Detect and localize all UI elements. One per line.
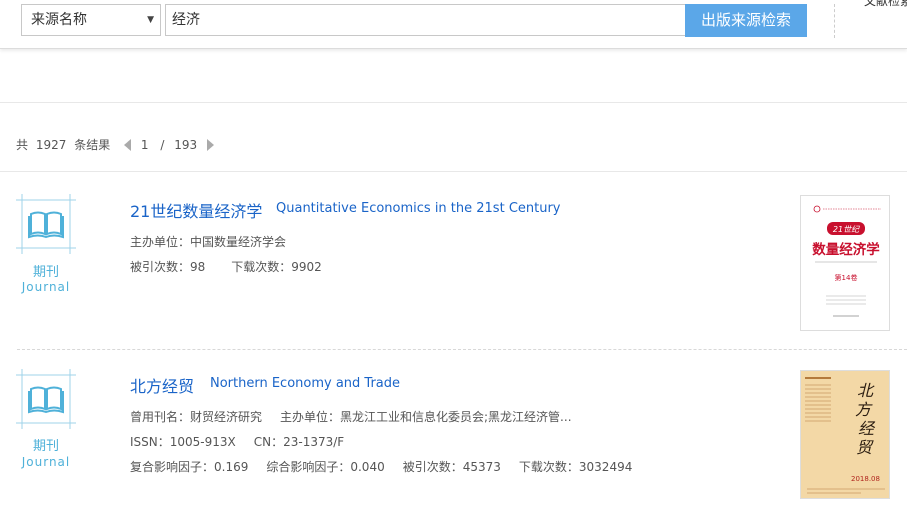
search-input[interactable]: 经济 [165,4,685,36]
total-prefix: 共 [16,137,29,152]
cited-count: 被引次数：98 [130,260,206,274]
cn-number: CN：23-1373/F [253,435,345,449]
document-search-link[interactable]: 文献检索 [864,0,907,9]
journal-title-en[interactable]: Northern Economy and Trade [210,376,400,391]
next-page-icon[interactable] [206,138,214,151]
total-pages: 193 [174,137,198,152]
result-item: 期刊 Journal 北方经贸 Northern Economy and Tra… [0,349,907,509]
type-label-cn: 期刊 [32,439,59,454]
host-unit: 主办单位：中国数量经济学会 [130,235,287,249]
issn-line: ISSN：1005-913X CN：23-1373/F [130,433,344,450]
cited-count: 被引次数：45373 [402,460,501,474]
journal-cover-image[interactable]: 21世纪 数量经济学 第14卷 [800,195,890,331]
source-field-select-value: 来源名称 [31,12,87,28]
journal-icon [16,369,76,429]
chevron-down-icon: ▼ [147,15,154,25]
search-bar: 来源名称 ▼ 经济 出版来源检索 文献检索 [0,0,907,49]
section-divider [0,102,907,103]
toolbar-divider [834,4,836,38]
impact-comprehensive: 综合影响因子：0.040 [266,460,385,474]
issn: ISSN：1005-913X [130,435,236,449]
type-label-en: Journal [21,455,71,469]
stats-line: 被引次数：98 下载次数：9902 [130,258,322,275]
prev-page-icon[interactable] [124,138,132,151]
cover-issue: 2018.08 [851,475,880,483]
cover-title: 数量经济学 [812,241,880,258]
current-page: 1 [140,137,149,152]
download-count: 下载次数：3032494 [518,460,633,474]
impact-composite: 复合影响因子：0.169 [130,460,249,474]
journal-title-cn[interactable]: 北方经贸 [130,373,194,397]
page-separator: / [160,137,165,152]
total-count: 1927 [35,137,67,152]
result-item: 期刊 Journal 21世纪数量经济学 Quantitative Econom… [0,171,907,331]
source-field-select[interactable]: 来源名称 ▼ [21,4,161,36]
journal-title-cn[interactable]: 21世纪数量经济学 [130,198,262,222]
cover-volume: 第14卷 [835,273,858,282]
stats-line: 复合影响因子：0.169 综合影响因子：0.040 被引次数：45373 下载次数：3… [130,458,632,475]
journal-cover-image[interactable]: 北方经贸 2018.08 [800,370,890,499]
download-count: 下载次数：9902 [231,260,322,274]
cover-badge: 21世纪 [833,225,860,234]
total-suffix: 条结果 [74,137,111,152]
journal-title-en[interactable]: Quantitative Economics in the 21st Centu… [276,201,561,216]
former-name: 曾用刊名：财贸经济研究 [130,410,263,424]
journal-icon [16,194,76,254]
type-label-en: Journal [21,280,71,294]
type-label-cn: 期刊 [32,265,59,280]
source-search-button[interactable]: 出版来源检索 [685,4,807,37]
host-unit: 主办单位：黑龙江工业和信息化委员会;黑龙江经济管... [280,410,572,424]
result-pager: 共 1927 条结果 1 / 193 [16,136,214,153]
host-line: 主办单位：中国数量经济学会 [130,233,286,250]
host-line: 曾用刊名：财贸经济研究 主办单位：黑龙江工业和信息化委员会;黑龙江经济管... [130,408,572,425]
